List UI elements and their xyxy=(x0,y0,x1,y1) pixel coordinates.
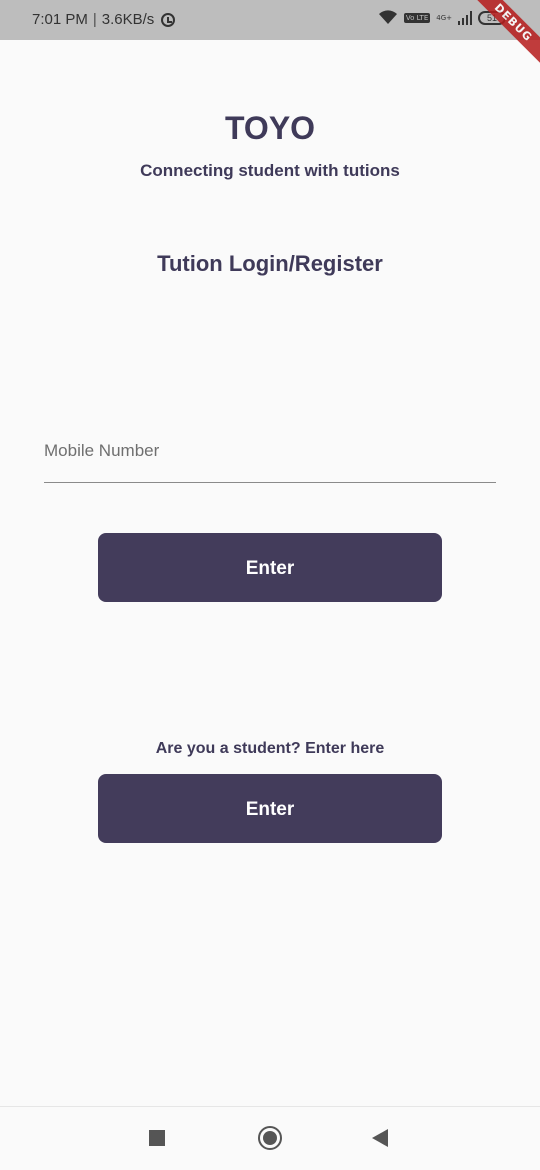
back-icon[interactable] xyxy=(372,1129,388,1147)
status-left: 7:01 PM | 3.6KB/s xyxy=(32,11,176,28)
tuition-login-heading: Tution Login/Register xyxy=(157,251,383,276)
network-type: 4G+ xyxy=(436,13,452,22)
signal-icon xyxy=(458,10,472,25)
status-separator: | xyxy=(92,11,97,28)
status-time: 7:01 PM xyxy=(32,11,88,28)
login-screen: 7:01 PM | 3.6KB/s Vo LTE 4G+ 51 DEBUG TO… xyxy=(0,0,540,1170)
tuition-enter-button[interactable]: Enter xyxy=(98,533,442,602)
status-right: Vo LTE 4G+ 51 xyxy=(378,10,506,25)
status-bar: 7:01 PM | 3.6KB/s Vo LTE 4G+ 51 xyxy=(0,0,540,40)
network-speed: 3.6KB/s xyxy=(101,11,155,28)
mobile-number-field xyxy=(44,420,496,484)
app-title: TOYO xyxy=(224,110,316,146)
student-prompt: Are you a student? Enter here xyxy=(155,740,385,757)
wifi-icon xyxy=(378,10,397,24)
navigation-bar xyxy=(0,1106,540,1170)
alarm-icon xyxy=(161,12,176,27)
mobile-number-input[interactable] xyxy=(44,420,496,483)
recents-icon[interactable] xyxy=(149,1130,165,1146)
app-subtitle: Connecting student with tutions xyxy=(140,161,400,180)
home-icon[interactable] xyxy=(258,1126,282,1150)
volte-icon: Vo LTE xyxy=(403,12,431,23)
student-enter-button[interactable]: Enter xyxy=(98,774,442,843)
